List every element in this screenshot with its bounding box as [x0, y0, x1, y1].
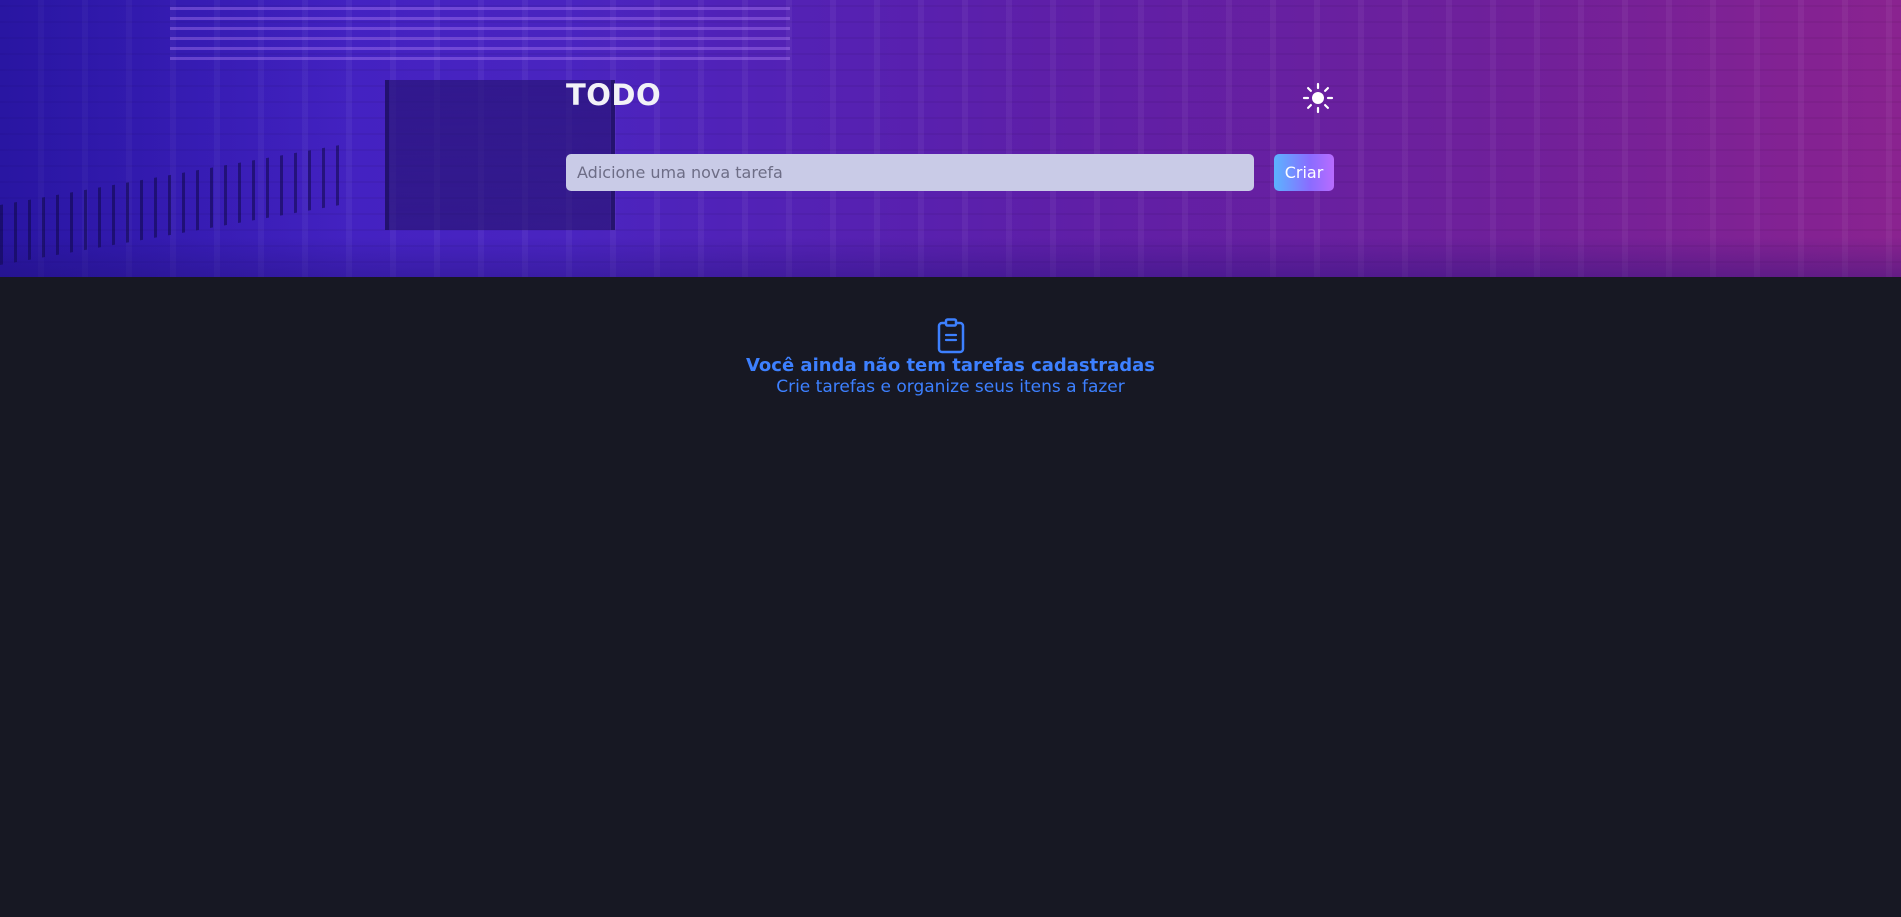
- page-title: TODO: [566, 78, 662, 112]
- empty-state-title: Você ainda não tem tarefas cadastradas: [745, 355, 1156, 376]
- create-task-button[interactable]: Criar: [1274, 154, 1334, 191]
- empty-state: Você ainda não tem tarefas cadastradas C…: [0, 318, 1901, 397]
- sun-icon: [1302, 82, 1334, 114]
- header-banner: TODO Criar: [0, 0, 1901, 277]
- theme-toggle-button[interactable]: [1302, 82, 1334, 114]
- clipboard-icon: [937, 318, 964, 354]
- new-task-input[interactable]: [566, 154, 1254, 191]
- empty-state-subtitle: Crie tarefas e organize seus itens a faz…: [776, 377, 1125, 397]
